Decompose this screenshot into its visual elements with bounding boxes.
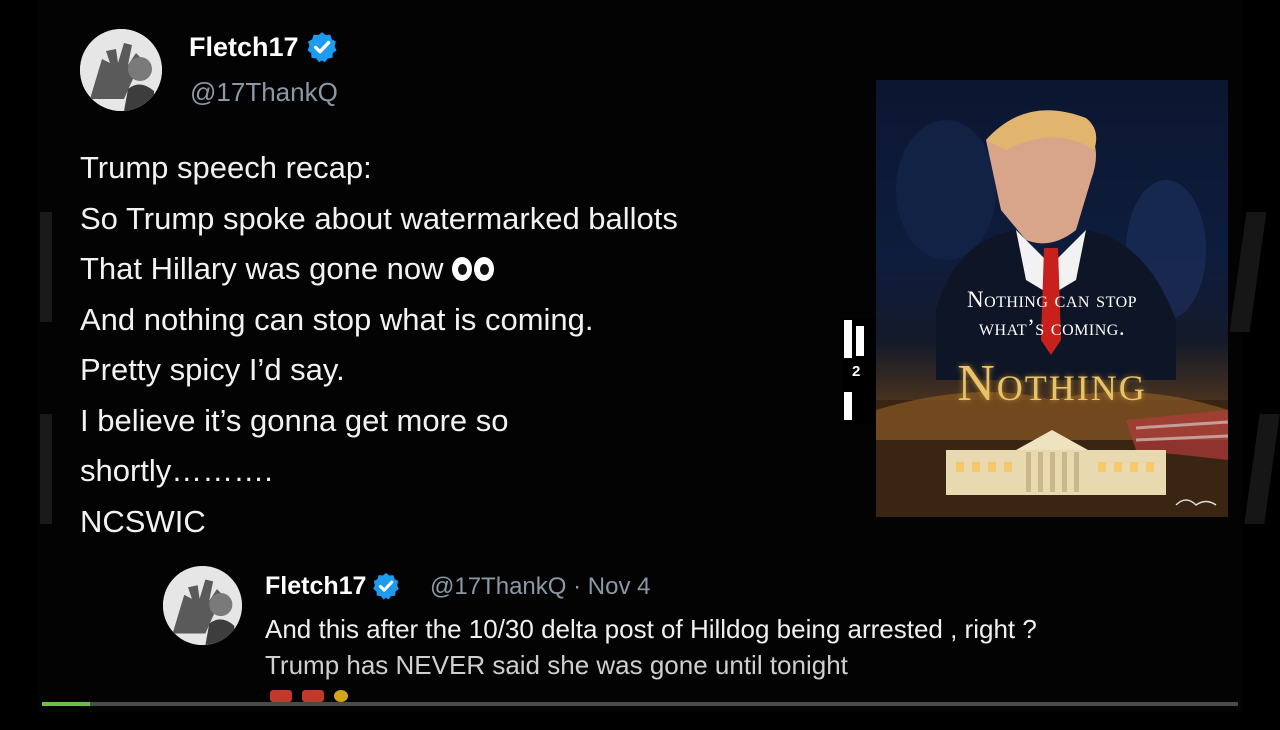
author-name-text: Fletch17 (189, 31, 299, 62)
eye-left (451, 257, 472, 282)
video-progress-bar[interactable] (42, 702, 1238, 706)
reply-author-avatar[interactable] (163, 566, 242, 645)
emoji-icon (302, 690, 324, 702)
tweet-text: Trump speech recap: So Trump spoke about… (80, 143, 820, 547)
tweet-image[interactable]: Nothing can stop what’s coming. Nothing (876, 80, 1228, 517)
video-progress-fill (42, 702, 90, 706)
poster-headline-line2: what’s coming. (978, 315, 1126, 340)
background-decoration (1244, 414, 1280, 524)
avatar-illustration-icon (80, 29, 162, 111)
tweet-line-text: That Hillary was gone now (80, 251, 444, 286)
tweet-line: Trump speech recap: (80, 150, 372, 185)
tweet-line: That Hillary was gone now (80, 244, 820, 295)
author-handle[interactable]: @17ThankQ (190, 77, 338, 108)
side-overlay-number: 2 (852, 363, 861, 380)
background-decoration (40, 414, 52, 524)
tweet-line: NCSWIC (80, 503, 206, 539)
tweet-line: And nothing can stop what is coming. (80, 301, 594, 337)
avatar-illustration-icon (163, 566, 242, 645)
tweet-line: Pretty spicy I’d say. (80, 352, 345, 387)
background-decoration (40, 212, 52, 322)
reply-author-name-text: Fletch17 (265, 571, 367, 600)
tweet-line: I believe it’s gonna get more so (80, 402, 509, 438)
poster-headline-line1: Nothing can stop (966, 287, 1138, 312)
poster-big-text: Nothing (957, 355, 1147, 412)
reply-date[interactable]: Nov 4 (588, 573, 651, 600)
side-overlay-mark: 2 (842, 318, 876, 424)
reply-emoji-row (270, 690, 348, 702)
verified-badge-icon (373, 572, 400, 600)
reply-text-line: Trump has NEVER said she was gone until … (265, 650, 848, 680)
emoji-icon (334, 690, 348, 702)
meta-separator: · (573, 573, 582, 600)
reply-text-line: And this after the 10/30 delta post of H… (265, 614, 1037, 644)
tweet-line: shortly………. (80, 453, 273, 488)
reply-meta: @17ThankQ · Nov 4 (430, 573, 650, 601)
eye-right (473, 257, 494, 282)
author-avatar[interactable] (80, 29, 162, 111)
verified-badge-icon (307, 32, 336, 63)
reply-author-name[interactable]: Fletch17 (265, 571, 401, 601)
tweet-line: So Trump spoke about watermarked ballots (80, 200, 678, 236)
reply-author-handle[interactable]: @17ThankQ (430, 573, 566, 600)
eyes-emoji-icon (451, 257, 494, 282)
author-name[interactable]: Fletch17 (189, 30, 339, 64)
emoji-icon (270, 690, 292, 702)
